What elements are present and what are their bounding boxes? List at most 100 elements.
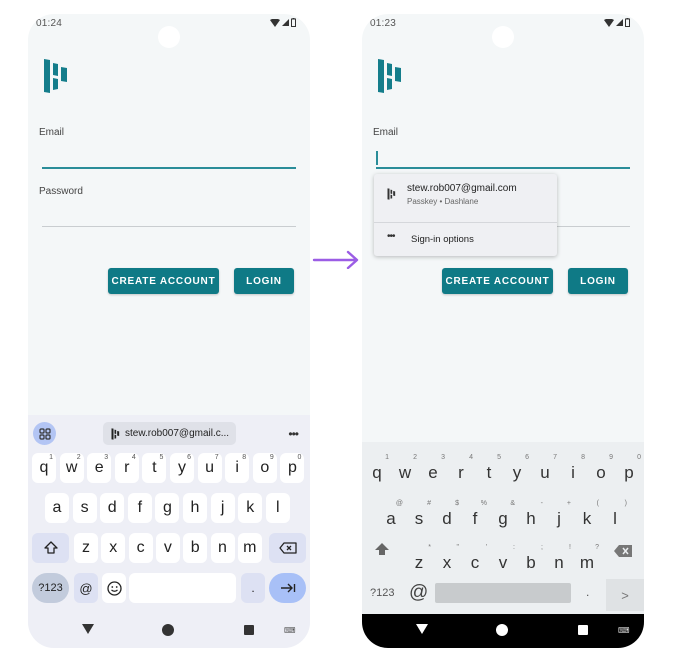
- create-account-button[interactable]: CREATE ACCOUNT: [442, 268, 553, 294]
- key-m[interactable]: m: [237, 533, 262, 563]
- key-e[interactable]: e3: [87, 453, 112, 483]
- nav-home-button[interactable]: [162, 624, 174, 636]
- sign-in-options-item[interactable]: ••• Sign-in options: [374, 223, 557, 256]
- key-j[interactable]: j: [210, 493, 235, 523]
- keyboard-switch-icon[interactable]: ⌨: [618, 626, 630, 635]
- key-k[interactable]: k: [238, 493, 263, 523]
- key-p[interactable]: p0: [280, 453, 305, 483]
- key-c[interactable]: c: [128, 533, 153, 563]
- key-w[interactable]: w2: [393, 454, 417, 488]
- key-hint: 2: [413, 454, 417, 461]
- key-l[interactable]: l): [603, 500, 627, 534]
- key-e[interactable]: e3: [421, 454, 445, 488]
- key-z[interactable]: z: [74, 533, 98, 563]
- shift-key[interactable]: [374, 542, 390, 561]
- space-key[interactable]: [129, 573, 236, 603]
- period-key[interactable]: .: [241, 573, 265, 603]
- next-field-key[interactable]: [269, 573, 306, 603]
- key-q[interactable]: q1: [32, 453, 56, 483]
- create-account-button[interactable]: CREATE ACCOUNT: [108, 268, 219, 294]
- backspace-key[interactable]: [269, 533, 306, 563]
- key-n[interactable]: n: [210, 533, 235, 563]
- key-hint: %: [480, 500, 487, 507]
- autofill-suggestion-chip[interactable]: stew.rob007@gmail.c...: [103, 422, 236, 445]
- key-d[interactable]: d: [100, 493, 125, 523]
- email-underline: [42, 167, 296, 169]
- key-x[interactable]: x: [101, 533, 126, 563]
- nav-back-button[interactable]: [416, 624, 428, 634]
- at-key[interactable]: @: [74, 573, 98, 603]
- nav-recents-button[interactable]: [244, 625, 254, 635]
- key-a[interactable]: a @: [379, 500, 403, 534]
- key-w[interactable]: w2: [59, 453, 84, 483]
- key-g[interactable]: g &: [491, 500, 515, 534]
- apps-grid-button[interactable]: [33, 422, 56, 445]
- email-input[interactable]: [376, 142, 630, 168]
- phone-screen-before: 01:24 Email Password CREATE ACCOUNT LOGI…: [28, 14, 310, 648]
- password-input[interactable]: [42, 201, 296, 227]
- key-b[interactable]: b: [183, 533, 208, 563]
- key-f[interactable]: f%: [463, 500, 487, 534]
- key-u[interactable]: u7: [197, 453, 222, 483]
- more-options-button[interactable]: •••: [288, 427, 299, 441]
- shift-key[interactable]: [32, 533, 69, 563]
- key-j[interactable]: j +: [547, 500, 571, 534]
- key-s[interactable]: s #: [407, 500, 431, 534]
- nav-home-button[interactable]: [496, 624, 508, 636]
- key-hint: ): [624, 500, 627, 507]
- key-l[interactable]: l: [265, 493, 290, 523]
- key-d[interactable]: d $: [435, 500, 459, 534]
- next-key[interactable]: >: [606, 579, 644, 611]
- key-i[interactable]: i8: [225, 453, 250, 483]
- keyboard: q1w2e3r4t5y6u7i8o9p0 a @ s # d $ f% g & h - j + k(l) …: [362, 442, 644, 614]
- key-hint: 8: [581, 454, 585, 461]
- key-z[interactable]: z *: [407, 544, 431, 578]
- key-s[interactable]: s: [72, 493, 97, 523]
- key-t[interactable]: t5: [477, 454, 501, 488]
- symbols-key[interactable]: ?123: [32, 573, 69, 603]
- key-o[interactable]: o9: [589, 454, 613, 488]
- login-button[interactable]: LOGIN: [568, 268, 628, 294]
- key-h[interactable]: h: [183, 493, 207, 523]
- key-hint: 5: [497, 454, 501, 461]
- key-y[interactable]: y6: [505, 454, 529, 488]
- key-x[interactable]: x ": [435, 544, 459, 578]
- nav-recents-button[interactable]: [578, 625, 588, 635]
- key-c[interactable]: c ': [463, 544, 487, 578]
- period-key[interactable]: .: [586, 585, 589, 599]
- dashlane-logo-icon: [44, 59, 67, 93]
- login-button[interactable]: LOGIN: [234, 268, 294, 294]
- key-h[interactable]: h-: [519, 500, 543, 534]
- key-hint: 7: [553, 454, 557, 461]
- passkey-account-item[interactable]: stew.rob007@gmail.com Passkey • Dashlane: [374, 174, 557, 222]
- key-n[interactable]: n!: [547, 544, 571, 578]
- key-b[interactable]: b;: [519, 544, 543, 578]
- at-key[interactable]: @: [409, 582, 428, 604]
- key-o[interactable]: o9: [252, 453, 277, 483]
- keyboard-switch-icon[interactable]: ⌨: [284, 626, 296, 635]
- backspace-key[interactable]: [614, 544, 632, 562]
- key-f[interactable]: f: [127, 493, 152, 523]
- key-p[interactable]: p0: [617, 454, 641, 488]
- key-r[interactable]: r4: [449, 454, 473, 488]
- key-i[interactable]: i8: [561, 454, 585, 488]
- key-m[interactable]: m?: [575, 544, 599, 578]
- key-hint: +: [566, 500, 571, 507]
- key-r[interactable]: r4: [114, 453, 139, 483]
- key-u[interactable]: u7: [533, 454, 557, 488]
- key-label: q: [372, 463, 382, 482]
- symbols-key[interactable]: ?123: [370, 587, 394, 599]
- key-k[interactable]: k(: [575, 500, 599, 534]
- key-g[interactable]: g: [155, 493, 180, 523]
- emoji-key[interactable]: [102, 573, 126, 603]
- key-v[interactable]: v: [155, 533, 180, 563]
- key-a[interactable]: a: [45, 493, 69, 523]
- nav-back-button[interactable]: [82, 624, 94, 634]
- space-key[interactable]: [435, 583, 571, 603]
- key-q[interactable]: q1: [365, 454, 389, 488]
- key-v[interactable]: v:: [491, 544, 515, 578]
- key-y[interactable]: y6: [170, 453, 194, 483]
- key-t[interactable]: t5: [142, 453, 167, 483]
- key-label: p: [287, 459, 297, 476]
- email-input[interactable]: [42, 142, 296, 168]
